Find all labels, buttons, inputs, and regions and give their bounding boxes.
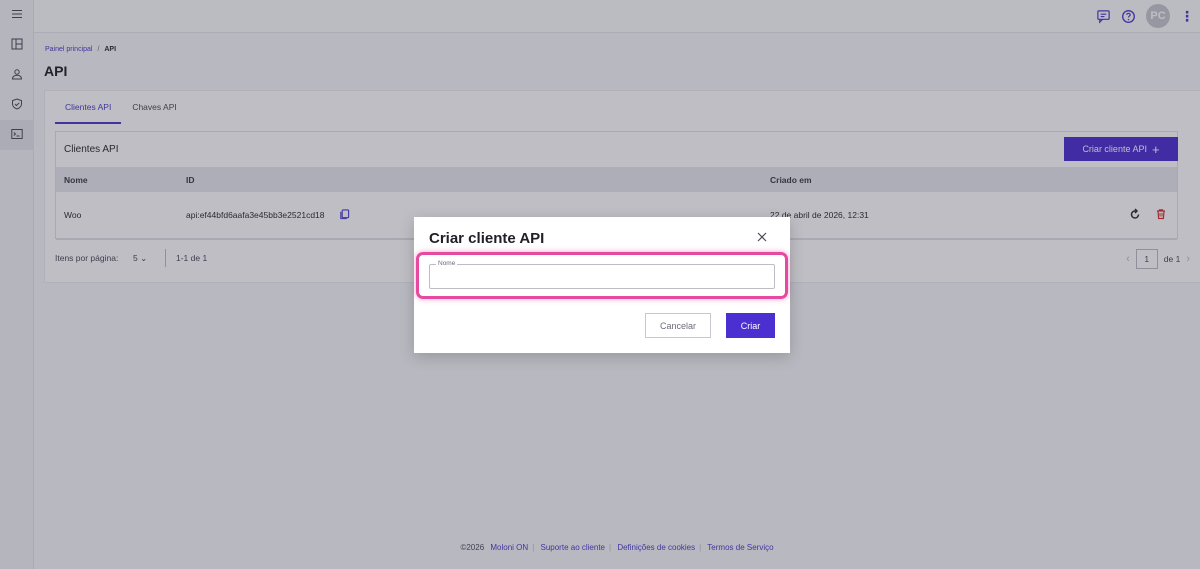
submit-button[interactable]: Criar bbox=[726, 313, 775, 338]
dialog-title: Criar cliente API bbox=[429, 230, 545, 247]
name-input[interactable] bbox=[430, 265, 774, 288]
close-icon[interactable] bbox=[756, 231, 768, 245]
create-client-dialog: Criar cliente API Nome Cancelar Criar bbox=[414, 217, 790, 353]
name-field-label: Nome bbox=[436, 260, 458, 267]
cancel-button[interactable]: Cancelar bbox=[645, 313, 711, 338]
name-field: Nome bbox=[429, 260, 775, 289]
